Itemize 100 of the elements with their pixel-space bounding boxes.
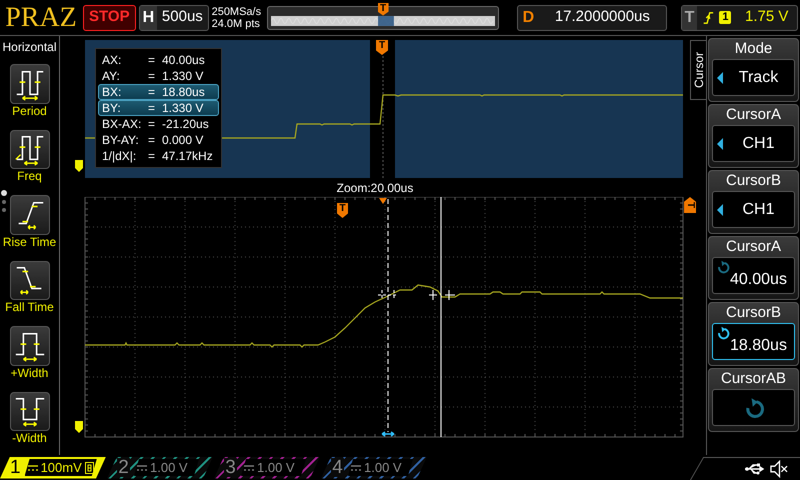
- softkey[interactable]: CursorAB: [708, 368, 799, 432]
- measure-button[interactable]: [10, 326, 50, 366]
- cursor-b-crosshair: [428, 290, 456, 300]
- channel-tab[interactable]: 1 100mV: [0, 456, 106, 478]
- channel-number: 3: [224, 458, 237, 477]
- rotary-knob-icon: [716, 260, 730, 274]
- softkey[interactable]: CursorB CH1: [708, 170, 799, 234]
- cursor-readout-row[interactable]: BY: = 1.330 V: [98, 100, 219, 116]
- softkey-title: CursorA: [726, 237, 781, 257]
- cursor-readout-row[interactable]: BY-AY: = 0.000 V: [98, 132, 219, 148]
- measure-button[interactable]: [10, 392, 50, 431]
- run-stop-button[interactable]: STOP: [83, 4, 136, 30]
- rising-edge-icon: [702, 10, 714, 24]
- channel-tab[interactable]: 4 1.00 V: [321, 456, 427, 478]
- softkey-value-box[interactable]: [712, 389, 795, 426]
- timebase-box[interactable]: H 500us: [138, 4, 209, 30]
- softkey-title: CursorAB: [720, 369, 786, 389]
- softkey[interactable]: Mode Track: [708, 38, 799, 102]
- cursor-readout-row[interactable]: AY: = 1.330 V: [98, 68, 219, 84]
- readout-value: 47.17kHz: [162, 148, 214, 164]
- softkey-value: CH1: [741, 134, 776, 154]
- readout-name: AX:: [102, 52, 122, 68]
- timebase-value: 500us: [160, 7, 204, 28]
- trigger-marker[interactable]: T: [337, 203, 348, 218]
- softkey-value-box[interactable]: Track: [712, 59, 795, 96]
- menu-title: Horizontal: [2, 39, 57, 56]
- softkey-value-box[interactable]: CH1: [712, 191, 795, 228]
- bandwidth-limit-icon: [84, 462, 94, 474]
- readout-name: 1/|dX|:: [102, 148, 138, 164]
- measure-button[interactable]: [10, 260, 50, 300]
- position-marker: [379, 198, 387, 204]
- rotary-knob-icon: [716, 326, 730, 340]
- channel-scale: 100mV: [40, 458, 82, 477]
- left-triangle-icon: [717, 138, 723, 150]
- channel-tab[interactable]: 2 1.00 V: [107, 456, 213, 478]
- delay-box[interactable]: D 17.2000000us: [516, 4, 667, 30]
- readout-name: AY:: [102, 68, 121, 84]
- readout-equals: =: [148, 116, 156, 132]
- readout-equals: =: [148, 68, 156, 84]
- channel-scale: 1.00 V: [257, 458, 295, 477]
- measure-label: +Width: [10, 366, 48, 380]
- softkey-title: Mode: [734, 39, 772, 59]
- channel-offset-marker[interactable]: [75, 421, 83, 433]
- left-triangle-icon: [717, 72, 723, 84]
- brand-logo: PRAZ: [4, 4, 78, 32]
- softkey-value-box[interactable]: CH1: [712, 125, 795, 162]
- softkey[interactable]: CursorB 18.80us: [708, 302, 799, 366]
- measure-label: Period: [12, 104, 47, 118]
- softkey-value-box[interactable]: 40.00us: [712, 257, 795, 294]
- trigger-box[interactable]: T 1 1.75 V: [680, 4, 798, 30]
- softkey-value: 40.00us: [730, 270, 788, 290]
- measure-button[interactable]: [10, 195, 50, 234]
- softkey-value: Track: [738, 68, 780, 88]
- softkey[interactable]: CursorA CH1: [708, 104, 799, 168]
- readout-equals: =: [148, 52, 156, 68]
- dc-coupling-icon: [28, 464, 38, 470]
- menu-tab[interactable]: Cursor: [690, 40, 706, 100]
- readout-equals: =: [148, 84, 156, 100]
- readout-value: 40.00us: [162, 52, 206, 68]
- readout-value: 1.330 V: [162, 100, 204, 116]
- readout-value: 0.000 V: [162, 132, 204, 148]
- readout-name: BX:: [102, 84, 122, 100]
- trigger-marker: T: [378, 2, 389, 16]
- readout-value: -21.20us: [162, 116, 210, 132]
- readout-name: BY-AY:: [102, 132, 140, 148]
- memory-depth: 24.0M pts: [212, 18, 261, 30]
- measure-label: Rise Time: [2, 234, 56, 250]
- usb-icon: [744, 462, 766, 476]
- speaker-mute-icon[interactable]: [770, 460, 788, 478]
- readout-value: 18.80us: [162, 84, 206, 100]
- readout-name: BX-AX:: [102, 116, 142, 132]
- channel-tab[interactable]: 3 1.00 V: [214, 456, 320, 478]
- trigger-label: T: [682, 6, 698, 30]
- cursor-readout-row[interactable]: AX: = 40.00us: [98, 52, 219, 68]
- trigger-level: 1.75 V: [744, 7, 790, 28]
- channel-number: 2: [117, 458, 130, 477]
- channel-scale: 1.00 V: [150, 458, 188, 477]
- trigger-level-marker[interactable]: T: [684, 197, 696, 213]
- softkey-value: CH1: [741, 200, 776, 220]
- readout-value: 1.330 V: [162, 68, 204, 84]
- softkey-title: CursorA: [726, 105, 781, 125]
- cursor-readout-row[interactable]: BX-AX: = -21.20us: [98, 116, 219, 132]
- double-arrow-icon: [381, 431, 395, 437]
- measure-button[interactable]: [10, 64, 50, 104]
- softkey-value-box[interactable]: 18.80us: [712, 323, 795, 360]
- sample-rate: 250MSa/s: [212, 6, 262, 18]
- measure-button[interactable]: [10, 130, 50, 169]
- cursor-a-crosshair: [378, 290, 398, 300]
- cursor-readout-row[interactable]: BX: = 18.80us: [98, 84, 219, 100]
- softkey[interactable]: CursorA 40.00us: [708, 236, 799, 300]
- readout-equals: =: [148, 132, 156, 148]
- cursor-readout-row[interactable]: 1/|dX|: = 47.17kHz: [98, 148, 219, 164]
- measure-label: Freq: [17, 169, 42, 184]
- delay-label: D: [522, 8, 536, 28]
- softkey-title: CursorB: [726, 171, 781, 191]
- timebase-label: H: [140, 6, 158, 30]
- channel-offset-marker[interactable]: [75, 160, 83, 172]
- readout-equals: =: [148, 148, 156, 164]
- softkey-title: CursorB: [726, 303, 781, 323]
- channel-number: 4: [331, 458, 344, 477]
